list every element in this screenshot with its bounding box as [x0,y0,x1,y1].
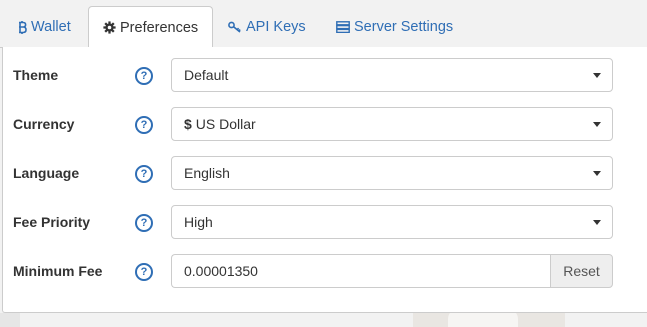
chevron-down-icon [593,122,601,127]
reset-button[interactable]: Reset [550,254,613,288]
minimum-fee-help-icon[interactable]: ? [135,263,153,281]
key-icon [228,21,242,33]
tab-api-keys-label: API Keys [246,19,306,35]
currency-select[interactable]: $ US Dollar [171,107,613,141]
language-select[interactable]: English [171,156,613,190]
currency-label: Currency [13,116,75,132]
tab-api-keys[interactable]: API Keys [228,6,306,48]
minimum-fee-input-group: Reset [171,254,613,288]
server-icon [336,21,350,33]
fee-priority-select[interactable]: High [171,205,613,239]
fee-priority-select-value: High [184,214,213,230]
minimum-fee-label: Minimum Fee [13,263,103,279]
tab-preferences-label: Preferences [120,19,199,36]
settings-tabs: Wallet Preferences API Keys Server Setti… [0,0,647,49]
currency-select-value: US Dollar [195,116,256,132]
theme-label: Theme [13,67,59,83]
app-root: Wallet Preferences API Keys Server Setti… [0,0,647,327]
theme-select[interactable]: Default [171,58,613,92]
minimum-fee-input[interactable] [171,254,551,288]
gear-icon [103,21,116,34]
chevron-down-icon [593,171,601,176]
language-help-icon[interactable]: ? [135,165,153,183]
tab-server-settings-label: Server Settings [354,19,454,35]
tab-server-settings[interactable]: Server Settings [336,6,453,48]
chevron-down-icon [593,220,601,225]
tab-wallet[interactable]: Wallet [18,6,71,48]
chevron-down-icon [593,73,601,78]
tab-wallet-label: Wallet [31,19,71,35]
bitcoin-icon [18,20,27,34]
fee-priority-label: Fee Priority [13,214,91,230]
tab-preferences[interactable]: Preferences [88,6,214,49]
fee-priority-help-icon[interactable]: ? [135,214,153,232]
currency-help-icon[interactable]: ? [135,116,153,134]
language-label: Language [13,165,80,181]
background-strip [0,313,20,327]
dollar-icon: $ [184,116,192,132]
theme-help-icon[interactable]: ? [135,67,153,85]
language-select-value: English [184,165,230,181]
theme-select-value: Default [184,67,229,83]
